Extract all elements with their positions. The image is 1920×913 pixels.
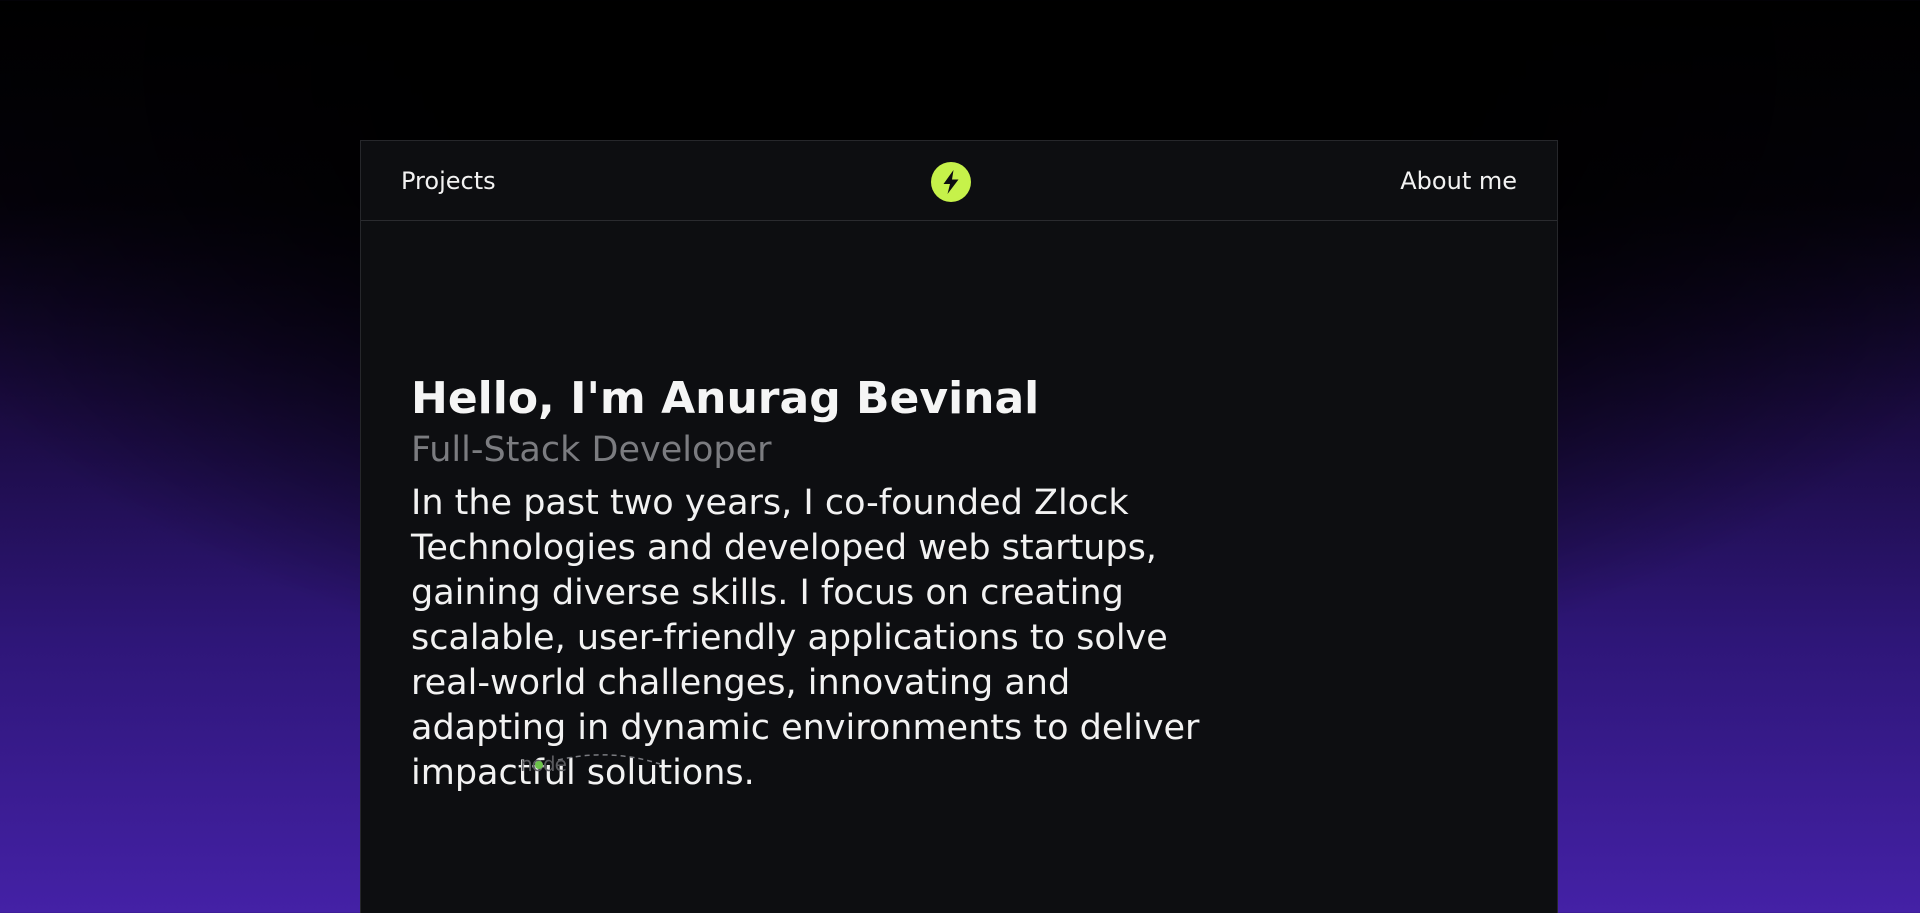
nav-about-link[interactable]: About me <box>1400 165 1517 197</box>
tech-orbit: node <box>520 752 680 812</box>
top-nav: Projects About me <box>361 141 1557 221</box>
hero-section: Hello, I'm Anurag Bevinal Full-Stack Dev… <box>411 371 1231 796</box>
nodejs-icon <box>535 761 543 769</box>
hero-subtitle: Full-Stack Developer <box>411 430 772 470</box>
hero-description: In the past two years, I co-founded Zloc… <box>411 483 1200 793</box>
logo-button[interactable] <box>931 162 971 202</box>
hero-title: Hello, I'm Anurag Bevinal <box>411 373 1040 424</box>
lightning-bolt-icon <box>943 170 959 194</box>
nav-projects-link[interactable]: Projects <box>401 165 496 197</box>
